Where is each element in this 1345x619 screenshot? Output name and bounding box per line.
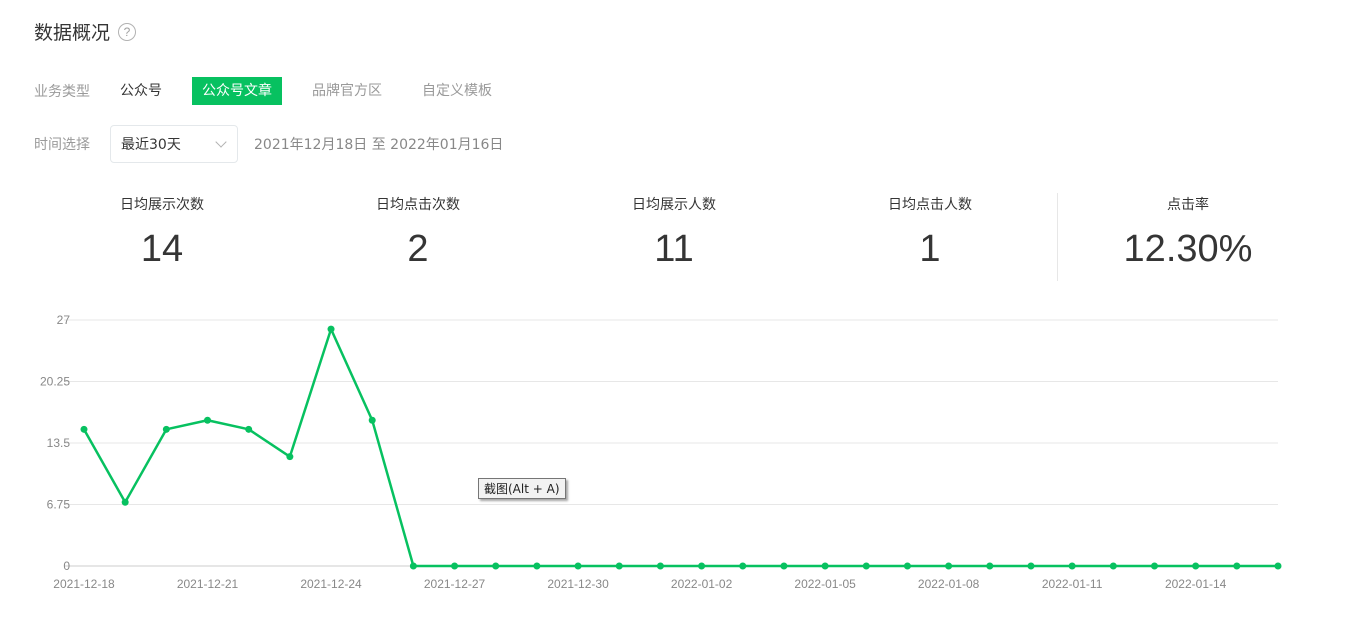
business-type-filter: 业务类型 公众号 公众号文章 品牌官方区 自定义模板 <box>34 77 522 105</box>
metric-daily-clicks: 日均点击次数 2 <box>290 193 546 271</box>
data-point <box>739 562 747 570</box>
time-range-select[interactable]: 最近30天 <box>110 125 238 163</box>
data-point <box>1233 562 1241 570</box>
x-tick-label: 2021-12-30 <box>547 577 609 591</box>
data-point <box>986 562 994 570</box>
page-header: 数据概况 ? <box>34 18 137 45</box>
metric-label: 点击率 <box>1167 197 1209 213</box>
data-point <box>327 325 335 333</box>
time-label: 时间选择 <box>34 137 90 153</box>
data-point <box>1150 562 1158 570</box>
time-range-value: 最近30天 <box>121 137 181 153</box>
y-tick-label: 0 <box>63 559 70 573</box>
x-tick-label: 2022-01-05 <box>794 577 856 591</box>
metric-label: 日均展示次数 <box>120 197 204 213</box>
data-point <box>862 562 870 570</box>
x-tick-label: 2022-01-02 <box>671 577 733 591</box>
date-range-text: 2021年12月18日 至 2022年01月16日 <box>254 137 504 153</box>
y-tick-label: 6.75 <box>47 498 71 512</box>
data-point <box>162 425 170 433</box>
data-point <box>492 562 500 570</box>
x-tick-label: 2022-01-14 <box>1165 577 1227 591</box>
data-point <box>204 416 212 424</box>
data-point <box>1192 562 1200 570</box>
business-type-label: 业务类型 <box>34 84 90 100</box>
data-point <box>780 562 788 570</box>
x-tick-label: 2022-01-08 <box>918 577 980 591</box>
metric-daily-clickers: 日均点击人数 1 <box>802 193 1058 271</box>
metric-daily-impressions: 日均展示次数 14 <box>34 193 290 271</box>
x-tick-label: 2021-12-27 <box>424 577 486 591</box>
data-point <box>945 562 953 570</box>
metric-ctr: 点击率 12.30% <box>1088 193 1288 271</box>
metric-daily-viewers: 日均展示人数 11 <box>546 193 802 271</box>
data-point <box>1109 562 1117 570</box>
tab-official-account-article[interactable]: 公众号文章 <box>192 77 282 105</box>
x-tick-label: 2021-12-24 <box>300 577 362 591</box>
chevron-down-icon <box>215 136 227 148</box>
metric-label: 日均展示人数 <box>632 197 716 213</box>
trend-line-chart[interactable]: 0 6.75 13.5 20.25 27 2021-12-18 2021-12-21 2021… <box>0 300 1345 600</box>
y-tick-label: 20.25 <box>40 375 70 389</box>
series-line <box>82 327 1278 568</box>
data-point <box>1274 562 1282 570</box>
metrics-panel: 日均展示次数 14 日均点击次数 2 日均展示人数 11 日均点击人数 1 点击… <box>34 193 1279 283</box>
data-point <box>286 453 294 461</box>
data-point <box>533 562 541 570</box>
metric-value: 12.30% <box>1123 228 1253 270</box>
metric-divider <box>1057 193 1058 281</box>
data-point <box>574 562 582 570</box>
metric-value: 2 <box>407 228 429 270</box>
x-tick-label: 2021-12-21 <box>177 577 239 591</box>
metric-value: 1 <box>919 228 941 270</box>
time-filter: 时间选择 最近30天 2021年12月18日 至 2022年01月16日 <box>34 125 503 163</box>
data-point <box>1027 562 1035 570</box>
tab-official-account[interactable]: 公众号 <box>110 77 172 105</box>
metric-value: 11 <box>654 228 694 270</box>
metric-value: 14 <box>140 228 184 270</box>
data-point <box>656 562 664 570</box>
help-icon[interactable]: ? <box>118 22 137 41</box>
data-point <box>698 562 706 570</box>
data-point <box>121 498 129 506</box>
data-point <box>1068 562 1076 570</box>
y-tick-label: 13.5 <box>47 436 71 450</box>
metric-label: 日均点击人数 <box>888 197 972 213</box>
data-point <box>409 562 417 570</box>
data-point <box>821 562 829 570</box>
screenshot-tooltip: 截图(Alt + A) <box>478 478 566 499</box>
tab-custom-template[interactable]: 自定义模板 <box>412 77 502 105</box>
data-point <box>245 425 253 433</box>
data-point <box>368 416 376 424</box>
x-tick-label: 2021-12-18 <box>53 577 115 591</box>
data-point <box>615 562 623 570</box>
metric-label: 日均点击次数 <box>376 197 460 213</box>
data-point <box>80 425 88 433</box>
data-point <box>903 562 911 570</box>
y-tick-label: 27 <box>57 313 71 327</box>
data-point <box>451 562 459 570</box>
tab-brand-zone[interactable]: 品牌官方区 <box>302 77 392 105</box>
x-tick-label: 2022-01-11 <box>1042 577 1103 591</box>
page-title: 数据概况 <box>34 22 111 44</box>
